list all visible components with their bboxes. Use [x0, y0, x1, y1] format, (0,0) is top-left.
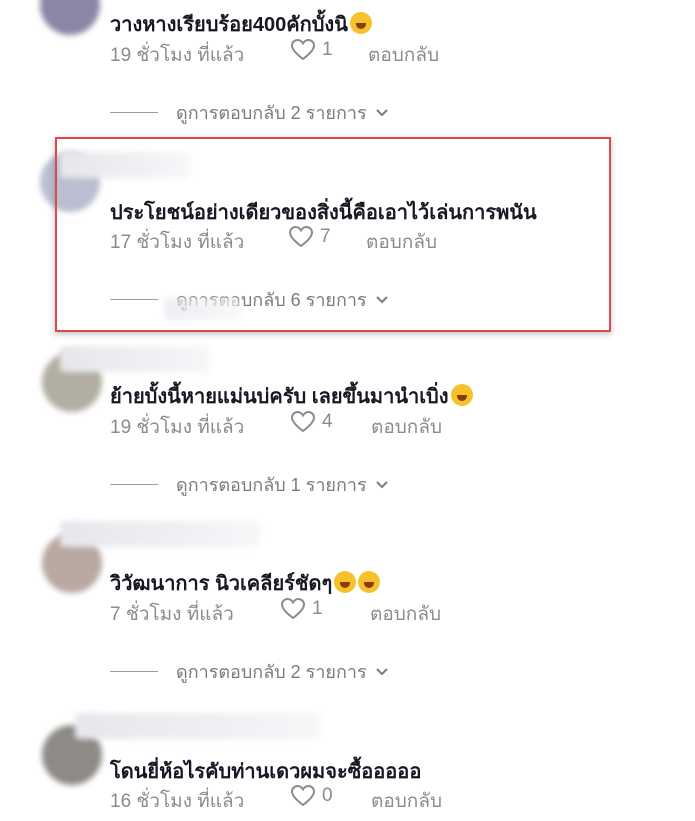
chevron-down-icon: [375, 480, 388, 488]
heart-icon: [290, 410, 316, 433]
like-button[interactable]: 1: [290, 38, 333, 62]
avatar[interactable]: [40, 0, 100, 35]
like-button[interactable]: 4: [290, 410, 333, 434]
divider-line: [110, 484, 158, 485]
joy-emoji-icon: [450, 384, 473, 406]
like-count: 4: [322, 411, 333, 432]
username[interactable]: [60, 521, 260, 547]
like-count: 1: [312, 598, 323, 619]
heart-icon: [290, 784, 316, 807]
comment-meta: 7 ชั่วโมง ที่แล้ว 1 ตอบกลับ: [110, 597, 610, 625]
heart-icon: [280, 597, 306, 620]
comment-text: วิวัฒนาการ นิวเคลียร์ชัดๆ: [110, 567, 381, 599]
bottom-edge: [0, 812, 695, 821]
reply-button[interactable]: ตอบกลับ: [370, 599, 441, 629]
comment-meta: 16 ชั่วโมง ที่แล้ว 0 ตอบกลับ: [110, 784, 610, 812]
comment-text: ย้ายบั้งนี้หายแม่นบ่ครับ เลยขึ้นมานำเบิ่…: [110, 380, 473, 412]
username[interactable]: [60, 346, 210, 372]
view-replies-button[interactable]: ดูการตอบกลับ 1 รายการ: [110, 470, 389, 499]
like-count: 0: [322, 785, 333, 806]
rofl-emoji-icon: [358, 571, 381, 593]
rofl-emoji-icon: [334, 571, 357, 593]
divider-line: [110, 112, 158, 113]
reply-button[interactable]: ตอบกลับ: [368, 40, 439, 70]
comment-text: วางหางเรียบร้อย400คักบั้งนิ: [110, 8, 372, 40]
comment-text: โดนยี่ห้อไรคับท่านเดวผมจะซื้อออออ: [110, 761, 422, 783]
username[interactable]: [75, 713, 320, 739]
view-replies-label: ดูการตอบกลับ 2 รายการ: [176, 103, 367, 123]
comment-time: 19 ชั่วโมง ที่แล้ว: [110, 45, 245, 66]
reply-button[interactable]: ตอบกลับ: [371, 412, 442, 442]
view-replies-button[interactable]: ดูการตอบกลับ 2 รายการ: [110, 98, 389, 127]
comment-meta: 19 ชั่วโมง ที่แล้ว 4 ตอบกลับ: [110, 410, 610, 438]
rofl-emoji-icon: [349, 12, 372, 34]
comment-time: 19 ชั่วโมง ที่แล้ว: [110, 417, 245, 438]
highlight-box: [55, 137, 611, 332]
view-replies-label: ดูการตอบกลับ 2 รายการ: [176, 662, 367, 682]
view-replies-label: ดูการตอบกลับ 1 รายการ: [176, 475, 367, 495]
chevron-down-icon: [375, 667, 388, 675]
like-count: 1: [322, 39, 333, 60]
heart-icon: [290, 38, 316, 61]
divider-line: [110, 671, 158, 672]
view-replies-button[interactable]: ดูการตอบกลับ 2 รายการ: [110, 657, 389, 686]
chevron-down-icon: [375, 108, 388, 116]
like-button[interactable]: 1: [280, 597, 323, 621]
like-button[interactable]: 0: [290, 784, 333, 808]
comment-meta: 19 ชั่วโมง ที่แล้ว 1 ตอบกลับ: [110, 38, 610, 66]
comment-time: 7 ชั่วโมง ที่แล้ว: [110, 604, 234, 625]
